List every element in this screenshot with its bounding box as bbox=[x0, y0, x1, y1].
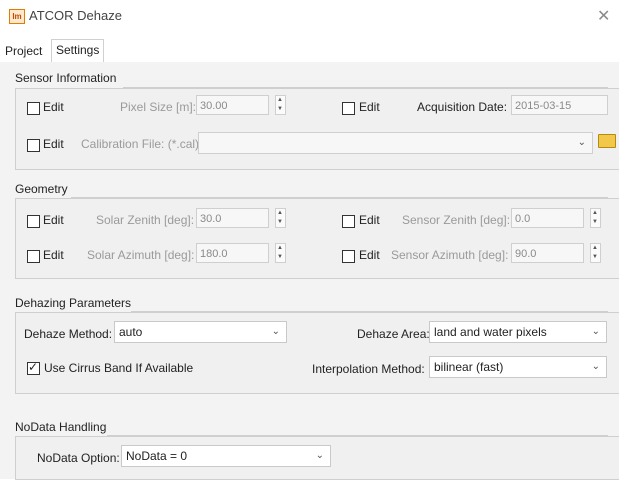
sensor-zenith-spinner[interactable]: ▲ ▼ bbox=[590, 208, 601, 228]
edit-solar-azimuth-checkbox[interactable] bbox=[27, 250, 40, 263]
sensor-zenith-label: Sensor Zenith [deg]: bbox=[402, 213, 511, 227]
acq-date-label: Acquisition Date: bbox=[417, 100, 508, 114]
dehaze-area-label: Dehaze Area: bbox=[357, 327, 430, 341]
nodata-option-dropdown[interactable]: NoData = 0 ⌄ bbox=[121, 445, 331, 467]
solar-zenith-input[interactable]: 30.0 bbox=[196, 208, 269, 228]
spin-up-icon: ▲ bbox=[592, 245, 598, 251]
use-cirrus-label: Use Cirrus Band If Available bbox=[44, 361, 194, 375]
pixel-size-spinner[interactable]: ▲ ▼ bbox=[275, 95, 286, 115]
edit-pixel-size-checkbox[interactable] bbox=[27, 102, 40, 115]
dehaze-method-value: auto bbox=[119, 325, 143, 339]
window-title: ATCOR Dehaze bbox=[29, 8, 122, 23]
dehazing-group-title: Dehazing Parameters bbox=[15, 296, 132, 310]
acq-date-input[interactable]: 2015-03-15 bbox=[511, 95, 608, 115]
solar-zenith-spinner[interactable]: ▲ ▼ bbox=[275, 208, 286, 228]
sensor-azimuth-input[interactable]: 90.0 bbox=[511, 243, 584, 263]
solar-zenith-label: Solar Zenith [deg]: bbox=[96, 213, 195, 227]
solar-azimuth-label: Solar Azimuth [deg]: bbox=[87, 248, 195, 262]
chevron-down-icon: ⌄ bbox=[271, 326, 280, 337]
spin-down-icon: ▼ bbox=[277, 254, 283, 260]
edit-acq-date-checkbox[interactable] bbox=[342, 102, 355, 115]
sensor-zenith-input[interactable]: 0.0 bbox=[511, 208, 584, 228]
edit-label: Edit bbox=[359, 213, 380, 227]
sensor-group-title: Sensor Information bbox=[15, 71, 117, 85]
sensor-azimuth-spinner[interactable]: ▲ ▼ bbox=[590, 243, 601, 263]
close-icon[interactable]: ✕ bbox=[597, 6, 610, 26]
chevron-down-icon: ⌄ bbox=[577, 137, 586, 148]
solar-azimuth-input[interactable]: 180.0 bbox=[196, 243, 269, 263]
app-icon: Im bbox=[9, 9, 25, 24]
spin-up-icon: ▲ bbox=[592, 210, 598, 216]
spin-down-icon: ▼ bbox=[592, 254, 598, 260]
dehaze-area-dropdown[interactable]: land and water pixels ⌄ bbox=[429, 321, 607, 343]
edit-calibration-checkbox[interactable] bbox=[27, 139, 40, 152]
spin-down-icon: ▼ bbox=[277, 219, 283, 225]
nodata-option-label: NoData Option: bbox=[37, 451, 120, 465]
sensor-azimuth-label: Sensor Azimuth [deg]: bbox=[391, 248, 509, 262]
spin-up-icon: ▲ bbox=[277, 210, 283, 216]
chevron-down-icon: ⌄ bbox=[591, 361, 600, 372]
interpolation-method-dropdown[interactable]: bilinear (fast) ⌄ bbox=[429, 356, 607, 378]
folder-open-icon[interactable] bbox=[598, 134, 616, 148]
tab-project[interactable]: Project bbox=[1, 41, 46, 61]
edit-label: Edit bbox=[43, 137, 64, 151]
edit-sensor-zenith-checkbox[interactable] bbox=[342, 215, 355, 228]
edit-label: Edit bbox=[359, 248, 380, 262]
spin-up-icon: ▲ bbox=[277, 245, 283, 251]
edit-label: Edit bbox=[359, 100, 380, 114]
use-cirrus-checkbox[interactable] bbox=[27, 360, 40, 375]
edit-label: Edit bbox=[43, 100, 64, 114]
dehaze-method-dropdown[interactable]: auto ⌄ bbox=[114, 321, 287, 343]
edit-label: Edit bbox=[43, 213, 64, 227]
interpolation-method-value: bilinear (fast) bbox=[434, 360, 504, 374]
pixel-size-label: Pixel Size [m]: bbox=[120, 100, 197, 114]
interpolation-method-label: Interpolation Method: bbox=[312, 362, 425, 376]
tab-settings[interactable]: Settings bbox=[51, 39, 105, 63]
calibration-file-label: Calibration File: (*.cal) bbox=[81, 137, 200, 151]
edit-solar-zenith-checkbox[interactable] bbox=[27, 215, 40, 228]
edit-label: Edit bbox=[43, 248, 64, 262]
dehaze-method-label: Dehaze Method: bbox=[24, 327, 113, 341]
spin-down-icon: ▼ bbox=[592, 219, 598, 225]
solar-azimuth-spinner[interactable]: ▲ ▼ bbox=[275, 243, 286, 263]
dehaze-area-value: land and water pixels bbox=[434, 325, 547, 339]
nodata-group-title: NoData Handling bbox=[15, 420, 107, 434]
spin-down-icon: ▼ bbox=[277, 106, 283, 112]
nodata-option-value: NoData = 0 bbox=[126, 449, 188, 463]
calibration-file-dropdown[interactable]: ⌄ bbox=[198, 132, 593, 154]
edit-sensor-azimuth-checkbox[interactable] bbox=[342, 250, 355, 263]
spin-up-icon: ▲ bbox=[277, 97, 283, 103]
chevron-down-icon: ⌄ bbox=[315, 450, 324, 461]
chevron-down-icon: ⌄ bbox=[591, 326, 600, 337]
pixel-size-input[interactable]: 30.00 bbox=[196, 95, 269, 115]
geometry-group-title: Geometry bbox=[15, 182, 68, 196]
